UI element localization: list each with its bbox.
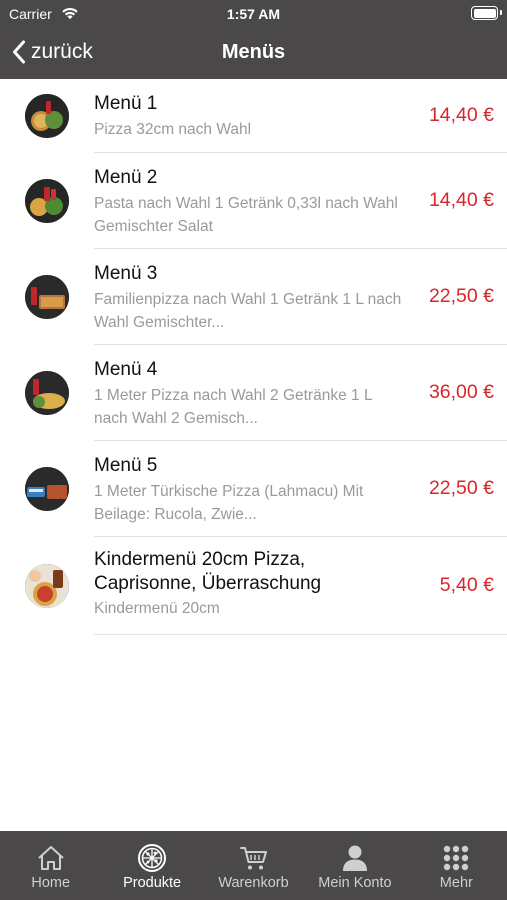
- menu-item-price: 5,40 €: [439, 574, 494, 596]
- tab-warenkorb[interactable]: Warenkorb: [203, 831, 304, 900]
- menu-list: Menü 1 Pizza 32cm nach Wahl 14,40 € Menü…: [0, 79, 507, 635]
- tab-label: Mehr: [439, 875, 473, 891]
- menu-item-title: Kindermenü 20cm Pizza, Caprisonne, Überr…: [94, 549, 322, 594]
- top-bar: Carrier 1:57 AM zurück Menüs: [0, 0, 507, 79]
- family-pizza-thumbnail: [25, 275, 69, 319]
- tab-label: Produkte: [123, 875, 182, 891]
- pizza-with-drink-thumbnail: [25, 94, 69, 138]
- menu-item-price: 14,40 €: [428, 104, 494, 126]
- status-time: 1:57 AM: [226, 6, 281, 22]
- lahmacun-thumbnail: [25, 467, 69, 511]
- row-divider: [94, 634, 507, 635]
- menu-item-description: Familienpizza nach Wahl 1 Getränk 1 L na…: [94, 291, 402, 331]
- tab-label: Warenkorb: [218, 875, 289, 891]
- kids-menu-thumbnail: [25, 564, 69, 608]
- menu-item-price: 36,00 €: [428, 381, 494, 403]
- battery-icon: [471, 6, 502, 20]
- tab-mein-konto[interactable]: Mein Konto: [304, 831, 405, 900]
- menu-item-description: Kindermenü 20cm: [94, 600, 220, 617]
- menu-item-price: 14,40 €: [428, 189, 494, 211]
- pizza-icon: [138, 844, 167, 872]
- cart-icon: [239, 847, 267, 870]
- menu-item-title: Menü 1: [94, 93, 158, 114]
- tab-mehr[interactable]: Mehr: [406, 831, 507, 900]
- pasta-with-drink-thumbnail: [25, 179, 69, 223]
- back-button[interactable]: zurück: [12, 39, 93, 65]
- menu-item-title: Menü 2: [94, 167, 158, 188]
- menu-item-title: Menü 4: [94, 359, 158, 380]
- tab-home[interactable]: Home: [0, 831, 101, 900]
- status-bar: Carrier 1:57 AM: [0, 0, 507, 28]
- tab-bar: Home Produkte Warenkorb Mein Konto Mehr: [0, 831, 507, 900]
- person-icon: [342, 845, 367, 871]
- menu-item-3[interactable]: Menü 3 Familienpizza nach Wahl 1 Getränk…: [0, 249, 507, 345]
- chevron-left-icon: [13, 40, 25, 64]
- menu-item-description: Pasta nach Wahl 1 Getränk 0,33l nach Wah…: [94, 195, 398, 235]
- menu-item-description: 1 Meter Pizza nach Wahl 2 Getränke 1 L n…: [94, 387, 372, 427]
- menu-item-2[interactable]: Menü 2 Pasta nach Wahl 1 Getränk 0,33l n…: [0, 153, 507, 249]
- tab-label: Mein Konto: [318, 875, 392, 891]
- menu-item-6[interactable]: Kindermenü 20cm Pizza, Caprisonne, Überr…: [0, 537, 507, 635]
- home-icon: [38, 846, 64, 870]
- menu-item-description: Pizza 32cm nach Wahl: [94, 121, 252, 138]
- grid-icon: [444, 845, 469, 871]
- menu-item-title: Menü 3: [94, 263, 158, 284]
- menu-item-description: 1 Meter Türkische Pizza (Lahmacu) Mit Be…: [94, 483, 364, 523]
- menu-item-5[interactable]: Menü 5 1 Meter Türkische Pizza (Lahmacu)…: [0, 441, 507, 537]
- menu-item-4[interactable]: Menü 4 1 Meter Pizza nach Wahl 2 Getränk…: [0, 345, 507, 441]
- menu-item-title: Menü 5: [94, 455, 158, 476]
- menu-item-price: 22,50 €: [428, 477, 494, 499]
- back-label: zurück: [31, 40, 93, 63]
- meter-pizza-thumbnail: [25, 371, 69, 415]
- tab-label: Home: [31, 875, 71, 891]
- menu-item-price: 22,50 €: [428, 285, 494, 307]
- tab-produkte[interactable]: Produkte: [101, 831, 202, 900]
- menu-item-1[interactable]: Menü 1 Pizza 32cm nach Wahl 14,40 €: [0, 79, 507, 153]
